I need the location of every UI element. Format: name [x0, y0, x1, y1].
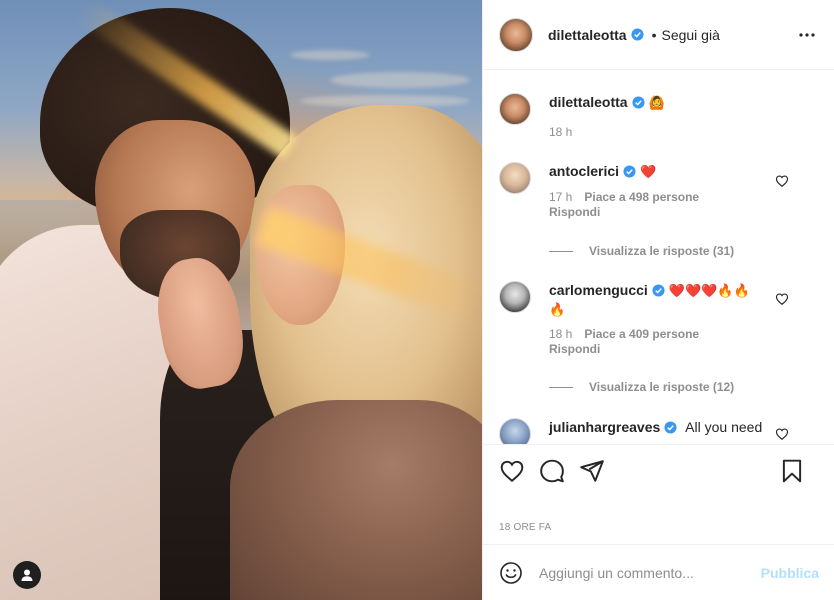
comment-like-icon[interactable] [775, 292, 789, 306]
caption-body: dilettaleotta 🙆 18 h [549, 93, 781, 139]
post-actions [483, 444, 834, 496]
verified-badge-icon [623, 165, 636, 178]
caption-emoji: 🙆 [648, 95, 665, 110]
photo-cloud [290, 50, 370, 60]
comment-icon[interactable] [539, 458, 565, 484]
comment-time[interactable]: 17 h [549, 190, 572, 204]
comment-meta: 17 h Piace a 498 persone [549, 190, 781, 204]
smiley-icon[interactable] [499, 561, 523, 585]
post-photo[interactable] [0, 0, 482, 600]
comment-body: carlomengucci ❤️❤️❤️🔥🔥 🔥 18 h Piace a 409 … [549, 281, 781, 356]
add-comment-bar: Pubblica [483, 544, 834, 600]
avatar[interactable] [499, 281, 531, 313]
replies-divider [549, 386, 573, 388]
view-replies-label: Visualizza le risposte (12) [589, 380, 735, 394]
post-header: dilettaleotta • Segui già [483, 0, 834, 70]
reply-button[interactable]: Rispondi [549, 205, 781, 219]
more-horizontal-icon [799, 33, 815, 37]
caption-time: 18 h [549, 125, 573, 139]
view-replies-button[interactable]: Visualizza le risposte (12) [549, 380, 734, 394]
replies-divider [549, 250, 573, 252]
heart-icon[interactable] [499, 458, 525, 484]
comment-like-icon[interactable] [775, 427, 789, 441]
avatar[interactable] [499, 418, 531, 444]
avatar[interactable] [499, 93, 531, 125]
instagram-post: dilettaleotta • Segui già dilettaleotta 🙆 [0, 0, 834, 600]
comment-text: antoclerici ❤️ [549, 162, 781, 181]
avatar[interactable] [499, 162, 531, 194]
comment-username[interactable]: antoclerici [549, 163, 619, 179]
comment-content: ❤️❤️❤️🔥🔥 [668, 283, 750, 298]
comment-likes[interactable]: Piace a 498 persone [584, 190, 699, 204]
paper-plane-icon[interactable] [579, 458, 605, 484]
reply-button[interactable]: Rispondi [549, 342, 781, 356]
view-replies-label: Visualizza le risposte (31) [589, 244, 735, 258]
avatar[interactable] [499, 17, 533, 52]
user-tag-icon [21, 569, 33, 581]
post-timestamp[interactable]: 18 ORE FA [499, 522, 551, 533]
caption-meta: 18 h [549, 125, 781, 139]
verified-badge-icon [652, 284, 665, 297]
photo-cloud [330, 72, 470, 88]
bookmark-icon[interactable] [779, 458, 805, 484]
comment-time[interactable]: 18 h [549, 327, 572, 341]
caption-text: dilettaleotta 🙆 [549, 93, 781, 112]
header-separator: • [651, 26, 657, 43]
comment-content: ❤️ [640, 164, 657, 179]
comment-content: All you need [685, 419, 763, 435]
comment-likes[interactable]: Piace a 409 persone [584, 327, 699, 341]
photo-woman-coat [230, 400, 482, 600]
comments-list[interactable]: dilettaleotta 🙆 18 h antoclerici ❤️ 17 h [483, 71, 834, 444]
verified-badge-icon [664, 421, 677, 434]
publish-button[interactable]: Pubblica [761, 565, 819, 581]
comment-like-icon[interactable] [775, 174, 789, 188]
comment-username[interactable]: carlomengucci [549, 282, 648, 298]
verified-badge-icon [632, 96, 645, 109]
comment-content-line2: 🔥 [549, 302, 566, 317]
comment-username[interactable]: julianhargreaves [549, 419, 660, 435]
view-replies-button[interactable]: Visualizza le risposte (31) [549, 244, 734, 258]
caption-username[interactable]: dilettaleotta [549, 94, 628, 110]
comment-body: antoclerici ❤️ 17 h Piace a 498 persone R… [549, 162, 781, 219]
user-tag-button[interactable] [13, 561, 41, 589]
verified-badge-icon [631, 28, 644, 41]
post-side-panel: dilettaleotta • Segui già dilettaleotta 🙆 [482, 0, 834, 600]
comment-text: julianhargreaves All you need [549, 418, 781, 436]
comment-meta: 18 h Piace a 409 persone [549, 327, 781, 341]
follow-status-button[interactable]: Segui già [661, 27, 719, 43]
comment-input[interactable] [539, 562, 729, 583]
author-username[interactable]: dilettaleotta [548, 27, 627, 43]
comment-body: julianhargreaves All you need [549, 418, 781, 436]
comment-text: carlomengucci ❤️❤️❤️🔥🔥 🔥 [549, 281, 781, 319]
more-options-button[interactable] [797, 25, 817, 45]
